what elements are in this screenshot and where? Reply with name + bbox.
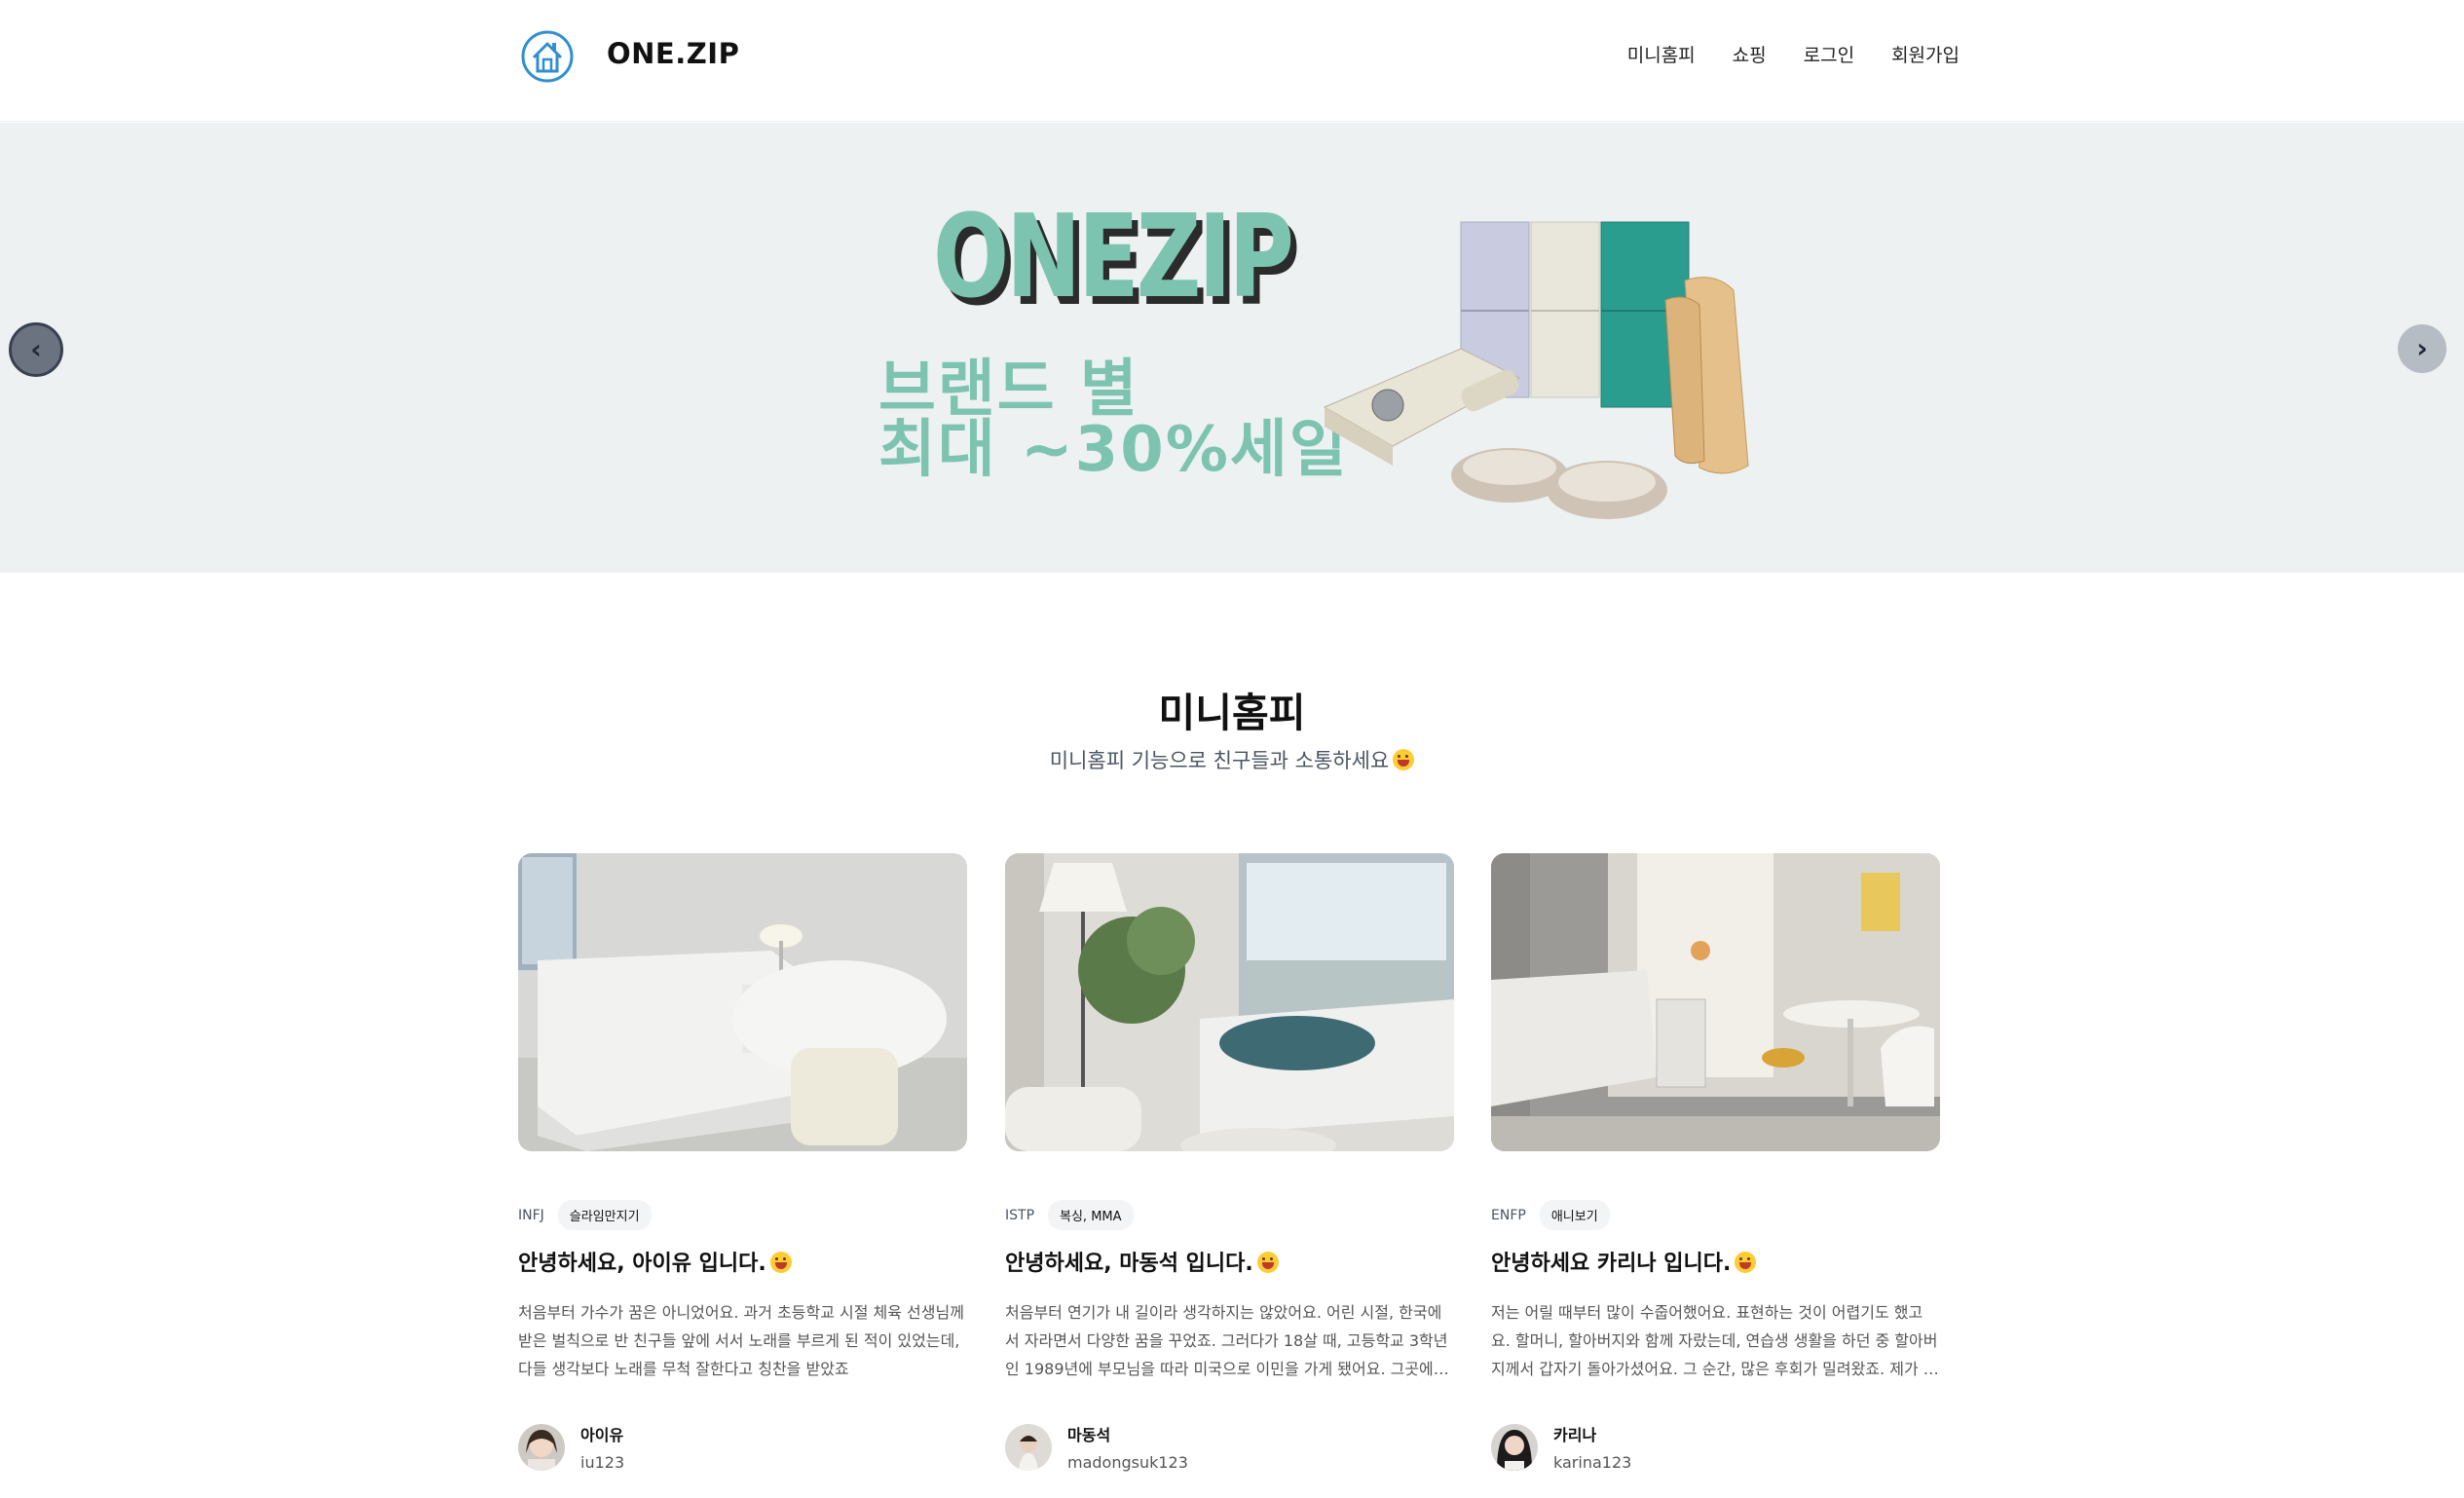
card-image[interactable] [1491,853,1940,1151]
carousel-prev-button[interactable]: ‹ [9,322,63,377]
hero-banner[interactable]: ‹ › ONEZIP 브랜드 별 최대 ~30%세일 [0,123,2464,573]
card-tags: ENFP 애니보기 [1491,1200,1940,1230]
carousel-next-button[interactable]: › [2398,324,2446,373]
chevron-right-icon: › [2416,332,2428,364]
hobby-badge: 슬라임만지기 [557,1200,652,1230]
section-title: 미니홈피 [1158,690,1306,736]
card-title[interactable]: 안녕하세요 카리나 입니다. [1491,1246,1940,1277]
hobby-badge: 복싱, MMA [1048,1200,1134,1230]
brand-name[interactable]: ONE.ZIP [607,37,739,70]
card-description: 처음부터 연기가 내 길이라 생각하지는 않았어요. 어린 시절, 한국에서 자… [1005,1303,1448,1378]
card-image[interactable] [1005,853,1454,1163]
mbti-label: ENFP [1491,1207,1526,1223]
promo-line-2: 최대 ~30%세일 [878,414,1349,486]
grinning-face-icon [1735,1252,1757,1273]
profile-card[interactable]: ENFP 애니보기 안녕하세요 카리나 입니다. 저는 어릴 때부터 많이 수줍… [1491,853,1940,1472]
card-tags: ISTP 복싱, MMA [1005,1200,1454,1230]
card-author[interactable]: 카리나 karina123 [1491,1422,1940,1472]
author-id: madongsuk123 [1067,1453,1188,1472]
promo-line-1: 브랜드 별 [878,354,1139,426]
card-image[interactable] [518,853,967,1151]
hobby-badge: 애니보기 [1539,1200,1610,1230]
card-author[interactable]: 아이유 iu123 [518,1422,967,1472]
grinning-face-icon [769,1252,792,1273]
avatar [518,1423,565,1471]
grinning-face-icon [1393,749,1415,770]
avatar [1005,1423,1052,1471]
profile-card[interactable]: INFJ 슬라임만지기 안녕하세요, 아이유 입니다. 처음부터 가수가 꿈은 … [518,853,967,1472]
author-id: karina123 [1553,1453,1632,1472]
card-tags: INFJ 슬라임만지기 [518,1200,967,1230]
products-illustration [1323,221,1749,519]
nav-signup[interactable]: 회원가입 [1891,41,1960,67]
mbti-label: INFJ [518,1207,544,1223]
hero-headline: ONEZIP [933,189,1294,323]
nav-login[interactable]: 로그인 [1804,41,1854,67]
nav-shopping[interactable]: 쇼핑 [1733,41,1767,67]
house-circle-icon[interactable] [520,29,575,84]
author-name: 아이유 [580,1426,624,1444]
mbti-label: ISTP [1005,1207,1035,1223]
grinning-face-icon [1256,1252,1279,1273]
section-subtitle: 미니홈피 기능으로 친구들과 소통하세요 [0,745,2464,774]
card-title[interactable]: 안녕하세요, 아이유 입니다. [518,1246,967,1277]
author-id: iu123 [580,1453,625,1472]
author-name: 카리나 [1553,1426,1597,1444]
card-title[interactable]: 안녕하세요, 마동석 입니다. [1005,1246,1454,1277]
nav-minihompy[interactable]: 미니홈피 [1627,41,1696,67]
card-author[interactable]: 마동석 madongsuk123 [1005,1422,1454,1472]
site-header: ONE.ZIP 미니홈피 쇼핑 로그인 회원가입 [0,0,2464,122]
main-nav: 미니홈피 쇼핑 로그인 회원가입 [1627,41,1960,67]
card-description: 처음부터 가수가 꿈은 아니었어요. 과거 초등학교 시절 체육 선생님께 받은… [518,1303,964,1378]
profile-card[interactable]: ISTP 복싱, MMA 안녕하세요, 마동석 입니다. 처음부터 연기가 내 … [1005,853,1454,1472]
author-name: 마동석 [1067,1426,1111,1444]
card-description: 저는 어릴 때부터 많이 수줍어했어요. 표현하는 것이 어렵기도 했고요. 할… [1491,1303,1938,1378]
avatar [1491,1423,1538,1471]
chevron-left-icon: ‹ [30,333,42,365]
